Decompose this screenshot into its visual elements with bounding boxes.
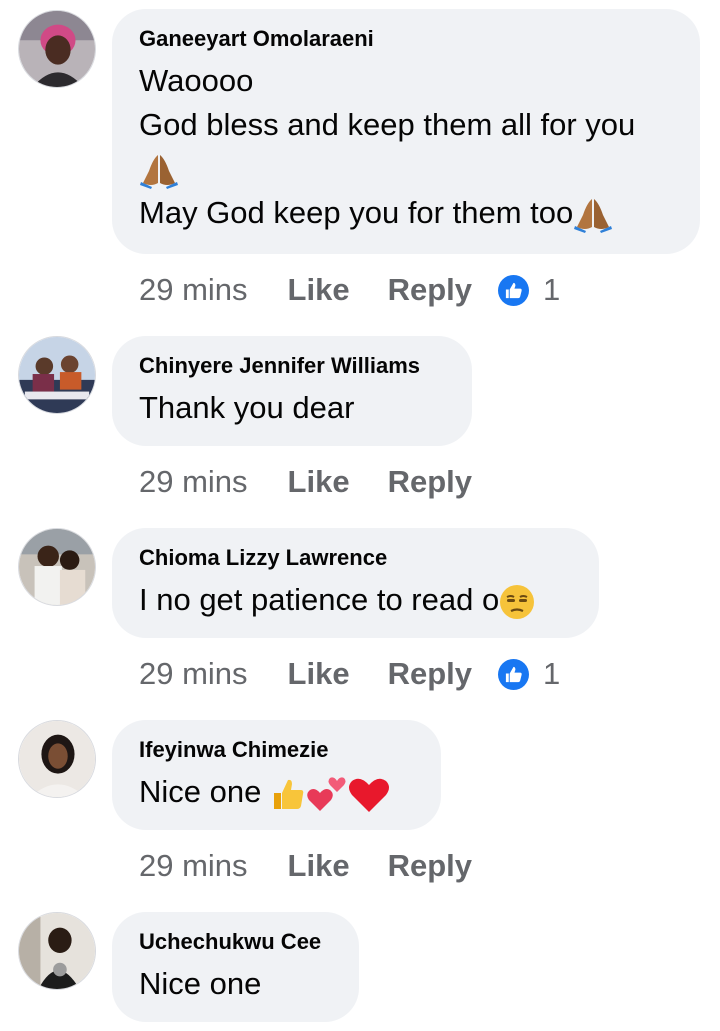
- reaction-count: 1: [543, 272, 561, 307]
- like-button[interactable]: Like: [288, 272, 350, 308]
- comment-text-line: May God keep you for them too: [139, 191, 674, 235]
- comment-text-line: Nice one: [139, 770, 415, 814]
- like-reaction-icon: [498, 274, 529, 306]
- like-reaction-icon: [498, 658, 529, 690]
- folded-hands-icon: [140, 154, 178, 189]
- comment-author[interactable]: Ifeyinwa Chimezie: [139, 736, 415, 764]
- comment-author[interactable]: Uchechukwu Cee: [139, 928, 333, 956]
- two-hearts-icon: [307, 777, 346, 811]
- comment-bubble: Ifeyinwa Chimezie Nice one: [112, 720, 441, 830]
- avatar[interactable]: [18, 912, 96, 990]
- reaction-summary[interactable]: 1: [498, 656, 560, 692]
- comment-timestamp[interactable]: 29 mins: [139, 272, 248, 308]
- like-button[interactable]: Like: [288, 464, 350, 500]
- comment-actions: 29 mins Like Reply 1: [139, 654, 560, 694]
- comment-author[interactable]: Chinyere Jennifer Williams: [139, 352, 446, 380]
- reply-button[interactable]: Reply: [388, 848, 472, 884]
- comment-text-line: God bless and keep them all for you: [139, 107, 636, 142]
- reply-button[interactable]: Reply: [388, 464, 472, 500]
- like-button[interactable]: Like: [288, 656, 350, 692]
- comment-author[interactable]: Chioma Lizzy Lawrence: [139, 544, 573, 572]
- avatar[interactable]: [18, 528, 96, 606]
- unamused-face-icon: [500, 584, 535, 619]
- comment-actions: 29 mins Like Reply 1: [139, 270, 560, 310]
- reaction-summary[interactable]: 1: [498, 272, 560, 308]
- avatar[interactable]: [18, 720, 96, 798]
- reaction-count: 1: [543, 656, 561, 691]
- red-heart-icon: [348, 778, 389, 812]
- comment-timestamp[interactable]: 29 mins: [139, 464, 248, 500]
- comment-bubble: Chioma Lizzy Lawrence I no get patience …: [112, 528, 599, 638]
- comment-text-line: Waoooo: [139, 63, 254, 98]
- avatar[interactable]: [18, 10, 96, 88]
- comment-emoji-line: [139, 147, 674, 191]
- comment-timestamp[interactable]: 29 mins: [139, 656, 248, 692]
- reply-button[interactable]: Reply: [388, 656, 472, 692]
- comment-actions: 29 mins Like Reply: [139, 846, 510, 886]
- folded-hands-icon: [574, 198, 613, 233]
- avatar[interactable]: [18, 336, 96, 414]
- comment-actions: 29 mins Like Reply: [139, 462, 510, 502]
- comment-text-line: Thank you dear: [139, 390, 355, 425]
- comment-text-line: Nice one: [139, 966, 262, 1001]
- comment-text-line: I no get patience to read o: [139, 578, 573, 622]
- reply-button[interactable]: Reply: [388, 272, 472, 308]
- comment-bubble: Ganeeyart Omolaraeni Waoooo God bless an…: [112, 9, 700, 254]
- comment-bubble: Uchechukwu Cee Nice one: [112, 912, 359, 1022]
- comment-timestamp[interactable]: 29 mins: [139, 848, 248, 884]
- comment-bubble: Chinyere Jennifer Williams Thank you dea…: [112, 336, 472, 446]
- like-button[interactable]: Like: [288, 848, 350, 884]
- comment-author[interactable]: Ganeeyart Omolaraeni: [139, 25, 674, 53]
- thumbs-up-icon: [273, 779, 304, 809]
